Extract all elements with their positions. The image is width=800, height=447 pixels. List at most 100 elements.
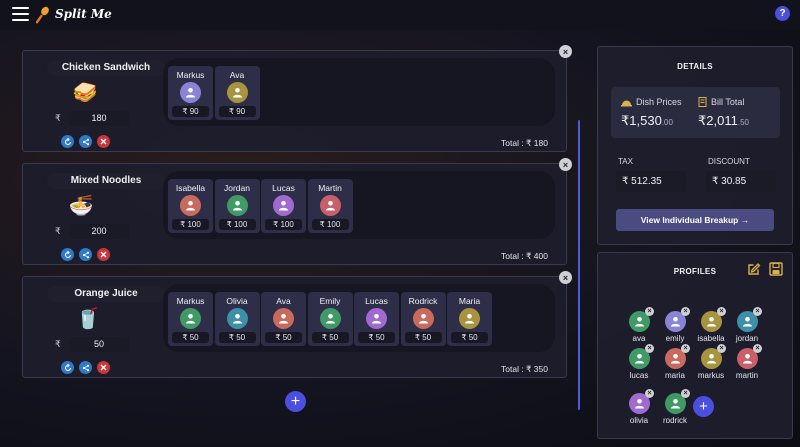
view-breakup-button[interactable]: View Individual Breakup → <box>616 209 774 231</box>
user-icon <box>366 308 387 329</box>
share-tile[interactable]: Lucas ₹ 100 <box>261 179 306 233</box>
spoon-logo-icon <box>36 6 49 24</box>
profile-name: rodrick <box>662 416 687 425</box>
scrollbar[interactable] <box>578 120 580 410</box>
remove-profile-icon[interactable]: × <box>645 344 654 353</box>
remove-profile-icon[interactable]: × <box>717 344 726 353</box>
edit-icon[interactable] <box>746 261 762 277</box>
close-icon[interactable]: × <box>559 158 572 171</box>
share-tile[interactable]: Lucas ₹ 50 <box>354 292 399 346</box>
share-tile[interactable]: Rodrick ₹ 50 <box>400 292 446 346</box>
share-tile[interactable]: Emily ₹ 50 <box>307 292 353 346</box>
user-icon <box>180 308 201 329</box>
delete-icon[interactable] <box>97 248 110 261</box>
share-tile[interactable]: Markus ₹ 90 <box>168 66 213 120</box>
reset-icon[interactable] <box>61 248 74 261</box>
dish-total: Total : ₹ 350 <box>501 364 548 374</box>
share-tile[interactable]: Olivia ₹ 50 <box>214 292 260 346</box>
share-amount: ₹ 50 <box>218 332 256 343</box>
add-profile-button[interactable]: + <box>693 396 714 417</box>
share-icon[interactable] <box>79 361 92 374</box>
share-name: Rodrick <box>408 296 438 306</box>
dish-card: Chicken Sandwich 🥪 ₹ 180 Markus ₹ 90 Ava… <box>22 50 567 152</box>
remove-profile-icon[interactable]: × <box>645 389 654 398</box>
receipt-icon <box>698 97 707 107</box>
tax-label: TAX <box>618 157 633 166</box>
dish-card: Mixed Noodles 🍜 ₹ 200 Isabella ₹ 100 Jor… <box>22 163 567 265</box>
remove-profile-icon[interactable]: × <box>753 344 762 353</box>
dish-name: Chicken Sandwich <box>47 60 165 76</box>
profile-item[interactable]: × jordan <box>728 307 764 347</box>
share-name: Jordan <box>224 183 250 193</box>
dish-price-input[interactable]: 180 <box>69 111 129 126</box>
share-amount: ₹ 50 <box>311 332 349 343</box>
remove-profile-icon[interactable]: × <box>681 307 690 316</box>
dish-price-input[interactable]: 50 <box>69 337 129 352</box>
remove-profile-icon[interactable]: × <box>717 307 726 316</box>
share-tile[interactable]: Markus ₹ 50 <box>168 292 213 346</box>
shares-area: Markus ₹ 90 Ava ₹ 90 <box>163 58 555 126</box>
profile-item[interactable]: × martin <box>728 344 764 384</box>
dish-total: Total : ₹ 180 <box>501 138 548 148</box>
share-icon[interactable] <box>79 248 92 261</box>
add-dish-button[interactable]: + <box>285 391 306 412</box>
user-icon <box>273 195 294 216</box>
user-icon <box>226 195 248 216</box>
close-icon[interactable]: × <box>559 45 572 58</box>
share-amount: ₹ 100 <box>311 219 349 230</box>
share-amount: ₹ 90 <box>172 106 209 117</box>
top-bar: Split Me ? <box>0 0 800 30</box>
reset-icon[interactable] <box>61 361 74 374</box>
share-amount: ₹ 50 <box>172 332 209 343</box>
dish-emoji-icon: 🥤 <box>75 308 101 330</box>
app-title: Split Me <box>55 7 112 21</box>
share-name: Lucas <box>365 296 388 306</box>
share-name: Ava <box>276 296 291 306</box>
dish-prices-label: Dish Prices <box>636 97 682 107</box>
delete-icon[interactable] <box>97 361 110 374</box>
delete-icon[interactable] <box>97 135 110 148</box>
share-tile[interactable]: Maria ₹ 50 <box>447 292 492 346</box>
help-button[interactable]: ? <box>775 6 790 21</box>
share-tile[interactable]: Jordan ₹ 100 <box>214 179 260 233</box>
details-title: DETAILS <box>677 62 713 71</box>
currency-symbol: ₹ <box>55 339 61 349</box>
reset-icon[interactable] <box>61 135 74 148</box>
dish-emoji-icon: 🥪 <box>72 82 98 104</box>
dish-name: Mixed Noodles <box>47 173 165 189</box>
remove-profile-icon[interactable]: × <box>681 344 690 353</box>
bill-total-decimal: .50 <box>737 118 749 127</box>
share-name: Martin <box>318 183 342 193</box>
user-icon <box>273 308 294 329</box>
shares-area: Markus ₹ 50 Olivia ₹ 50 Ava ₹ 50 Emily ₹… <box>163 284 555 352</box>
share-amount: ₹ 90 <box>218 106 256 117</box>
price-row: ₹ 200 <box>55 224 139 240</box>
remove-profile-icon[interactable]: × <box>681 389 690 398</box>
share-amount: ₹ 50 <box>404 332 442 343</box>
remove-profile-icon[interactable]: × <box>645 307 654 316</box>
profiles-title: PROFILES <box>673 267 717 276</box>
dish-price-input[interactable]: 200 <box>69 224 129 239</box>
share-tile[interactable]: Martin ₹ 100 <box>307 179 353 233</box>
dish-icon <box>621 100 632 106</box>
share-tile[interactable]: Ava ₹ 90 <box>214 66 260 120</box>
share-icon[interactable] <box>79 135 92 148</box>
tax-input[interactable]: ₹ 512.35 <box>616 171 686 192</box>
remove-profile-icon[interactable]: × <box>753 307 762 316</box>
dish-name: Orange Juice <box>47 286 165 302</box>
close-icon[interactable]: × <box>559 271 572 284</box>
user-icon <box>319 308 341 329</box>
share-name: Maria <box>458 296 481 306</box>
share-amount: ₹ 50 <box>451 332 488 343</box>
save-icon[interactable] <box>768 261 784 277</box>
hamburger-icon[interactable] <box>12 7 29 21</box>
profile-item[interactable]: × rodrick <box>656 389 692 429</box>
discount-input[interactable]: ₹ 30.85 <box>706 171 776 192</box>
bill-total-label: Bill Total <box>711 97 745 107</box>
user-icon <box>412 308 434 329</box>
share-name: Ava <box>229 70 245 80</box>
share-amount: ₹ 100 <box>265 219 302 230</box>
bill-total-summary: Bill Total ₹2,011.50 <box>698 97 749 129</box>
share-tile[interactable]: Ava ₹ 50 <box>261 292 306 346</box>
share-tile[interactable]: Isabella ₹ 100 <box>168 179 213 233</box>
